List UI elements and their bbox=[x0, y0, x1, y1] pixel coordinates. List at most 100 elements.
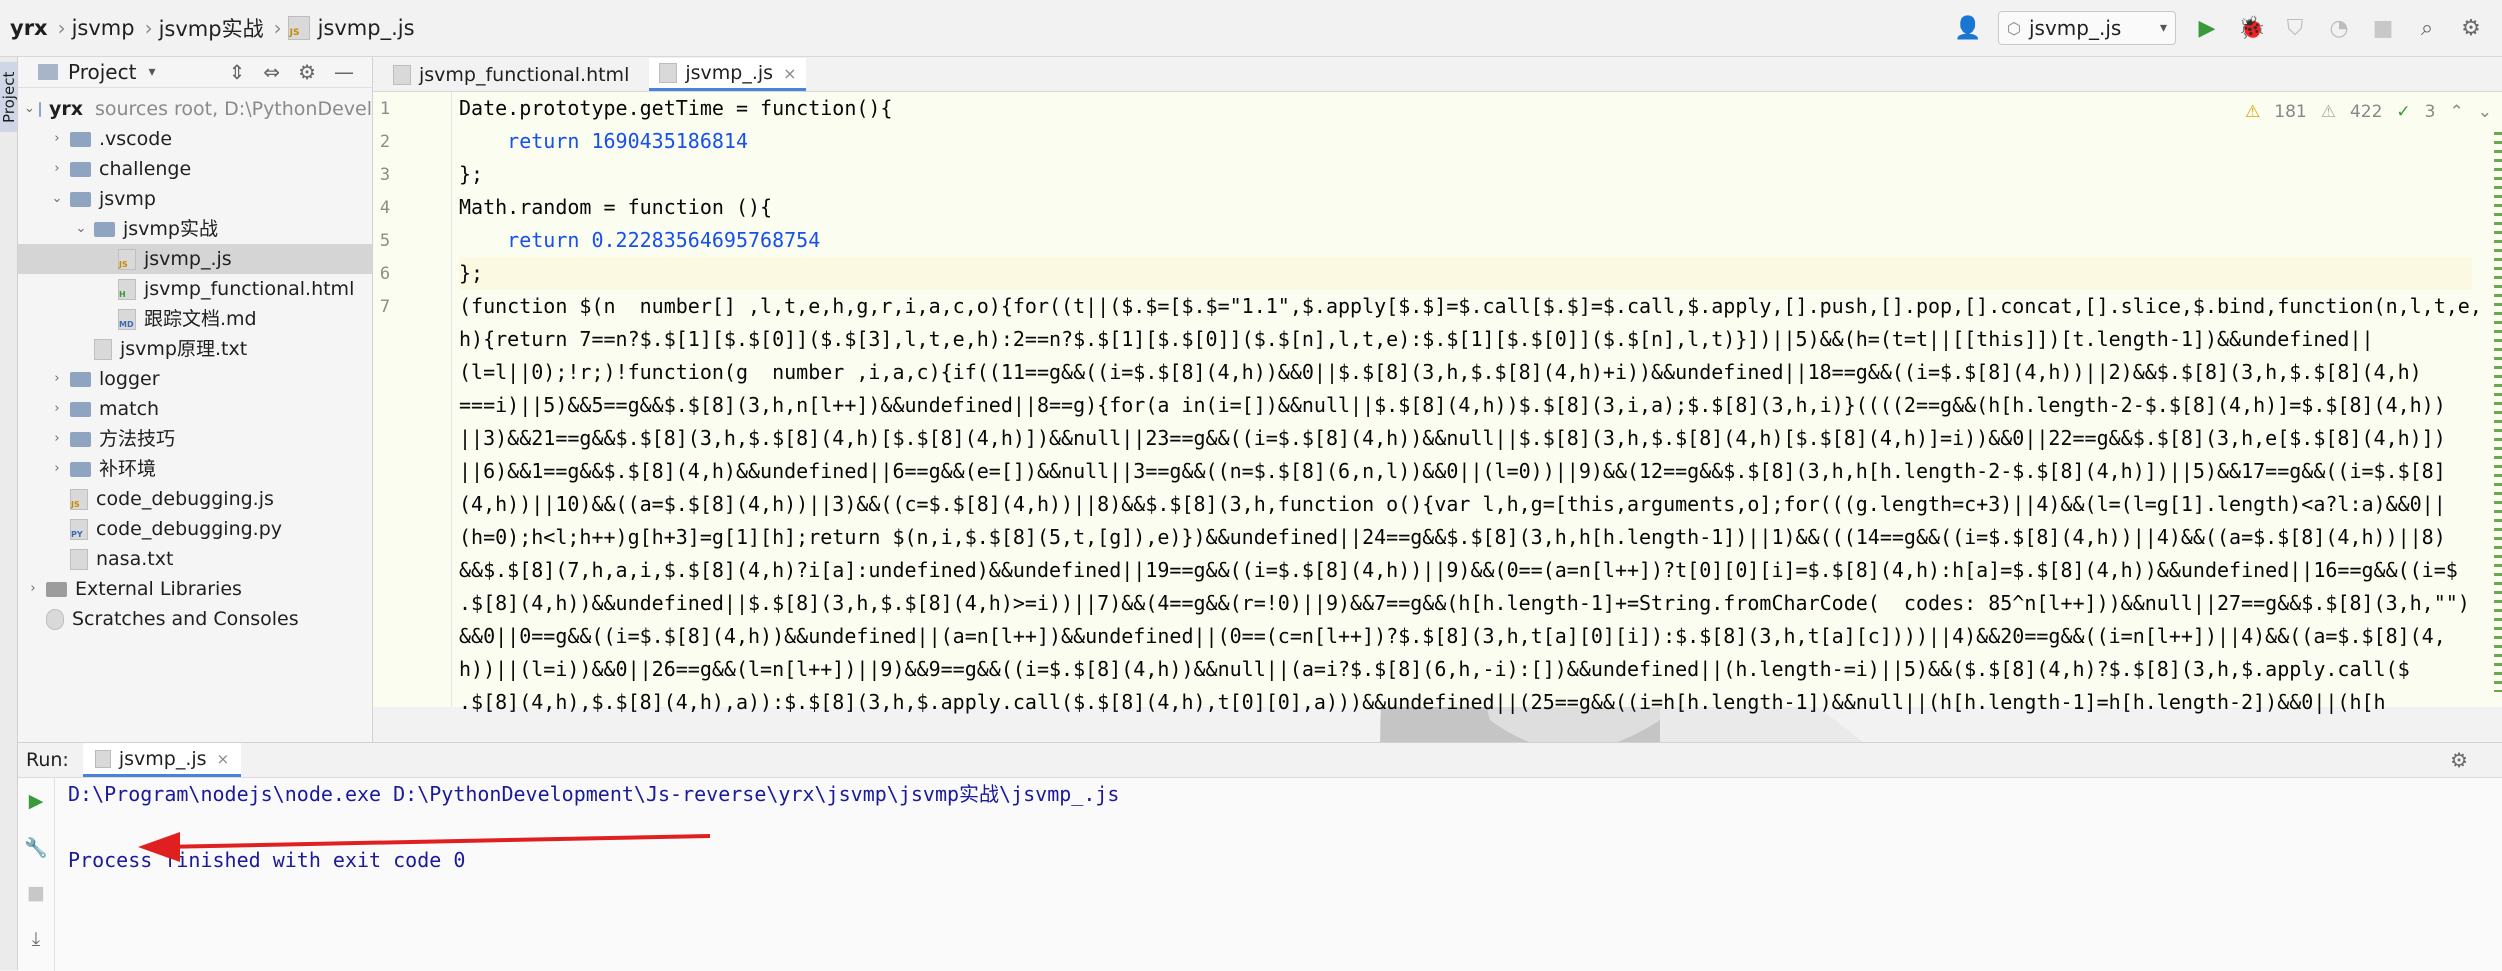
navigation-bar: yrx › jsvmp › jsvmp实战 › JS jsvmp_.js 👤 ⬡… bbox=[0, 0, 2502, 57]
chevron-right-icon[interactable]: › bbox=[48, 424, 66, 454]
html-file-icon bbox=[393, 65, 411, 85]
tree-item[interactable]: › .vscode bbox=[18, 124, 372, 154]
code-line[interactable]: ||3)&&21==g&&$.$[8](3,h,$.$[8](4,h)[$.$[… bbox=[459, 422, 2446, 455]
code-line[interactable]: return 0.22283564695768754 bbox=[459, 224, 820, 257]
close-icon[interactable]: × bbox=[217, 750, 230, 768]
code-line[interactable]: h))||(l=i))&&0||26==g&&(l=n[l++])||9)&&9… bbox=[459, 653, 2410, 686]
js-tag: JS bbox=[71, 499, 80, 509]
tree-item[interactable]: Scratches and Consoles bbox=[18, 604, 372, 634]
stop-icon[interactable]: ■ bbox=[2370, 16, 2396, 41]
chevron-down-icon[interactable]: ⌄ bbox=[24, 94, 35, 124]
html-file-icon: H bbox=[118, 278, 136, 300]
code-line[interactable]: (4,h))||10)&&((a=$.$[8](4,h))||3)&&((c=$… bbox=[459, 488, 2446, 521]
settings-icon[interactable]: ⚙ bbox=[2458, 16, 2484, 41]
tree-item[interactable]: PY code_debugging.py bbox=[18, 514, 372, 544]
chevron-right-icon[interactable]: › bbox=[48, 124, 66, 154]
search-icon[interactable]: ⌕ bbox=[2414, 16, 2440, 41]
code-line[interactable]: (l=l||0);!r;)!function(g number ,i,a,c){… bbox=[459, 356, 2422, 389]
tree-root[interactable]: ⌄ yrx sources root, D:\PythonDevel bbox=[18, 94, 372, 124]
tree-item[interactable]: JS code_debugging.js bbox=[18, 484, 372, 514]
tree-item[interactable]: › logger bbox=[18, 364, 372, 394]
stop-icon[interactable]: ■ bbox=[18, 870, 54, 916]
chevron-right-icon[interactable]: › bbox=[48, 454, 66, 484]
collapse-all-icon[interactable]: ⇔ bbox=[263, 60, 280, 84]
chevron-right-icon[interactable]: › bbox=[48, 154, 66, 184]
code-line[interactable]: (function $(n number[] ,l,t,e,h,g,r,i,a,… bbox=[459, 290, 2482, 323]
chevron-down-icon[interactable]: ⌄ bbox=[48, 184, 66, 214]
chevron-down-icon[interactable]: ▾ bbox=[148, 64, 155, 80]
code-line[interactable]: ||6)&&1==g&&$.$[8](4,h)&&undefined||6==g… bbox=[459, 455, 2446, 488]
code-area[interactable]: 1 2 3 4 5 6 7 Date.prototype.getTime = functio… bbox=[373, 92, 2502, 714]
code-line[interactable]: (h=0);h<l;h++)g[h+3]=g[1][h];return $(n,… bbox=[459, 521, 2446, 554]
breadcrumb-item-file[interactable]: JS jsvmp_.js bbox=[282, 16, 425, 40]
code-line[interactable]: Date.prototype.getTime = function(){ bbox=[459, 92, 892, 125]
chevron-right-icon[interactable]: › bbox=[48, 394, 66, 424]
tree-item-label: .vscode bbox=[99, 128, 173, 150]
project-panel-title[interactable]: Project bbox=[68, 60, 136, 84]
code-line[interactable]: .$[8](4,h),$.$[8](4,h),a)):$.$[8](3,h,$.… bbox=[459, 686, 2386, 719]
code-line[interactable]: h){return 7==n?$.$[1][$.$[0]]($.$[3],l,t… bbox=[459, 323, 2374, 356]
tree-item[interactable]: nasa.txt bbox=[18, 544, 372, 574]
wrench-icon[interactable]: 🔧 bbox=[18, 824, 54, 870]
profile-icon[interactable]: ◔ bbox=[2326, 16, 2352, 41]
expand-all-icon[interactable]: ⇕ bbox=[229, 60, 246, 84]
tree-item[interactable]: ⌄ jsvmp bbox=[18, 184, 372, 214]
scratch-icon bbox=[46, 608, 64, 630]
run-toolbar: ▶ 🔧 ■ ⤓ bbox=[18, 778, 55, 971]
tree-item[interactable]: Hjsvmp_functional.html bbox=[18, 274, 372, 304]
scroll-to-end-icon[interactable]: ⤓ bbox=[18, 916, 54, 962]
run-configuration-select[interactable]: ⬡ jsvmp_.js ▾ bbox=[1998, 11, 2176, 45]
user-icon[interactable]: 👤 bbox=[1954, 16, 1981, 41]
inspection-widget[interactable]: ⚠ 181 ⚠ 422 ✓ 3 ⌃ ⌄ bbox=[2245, 102, 2492, 122]
code-line[interactable]: &&0||0==g&&((i=$.$[8](4,h))&&undefined||… bbox=[459, 620, 2446, 653]
chevron-right-icon[interactable]: › bbox=[48, 364, 66, 394]
code-line[interactable]: Math.random = function (){ bbox=[459, 191, 772, 224]
code-line[interactable]: }; bbox=[459, 158, 483, 191]
tree-item[interactable]: › 方法技巧 bbox=[18, 424, 372, 454]
editor-tabs: jsvmp_functional.html jsvmp_.js × bbox=[373, 57, 2502, 92]
gear-icon[interactable]: ⚙ bbox=[2450, 748, 2468, 772]
tree-item-label: 方法技巧 bbox=[99, 428, 176, 450]
error-stripe[interactable] bbox=[2494, 132, 2502, 692]
tree-item[interactable]: jsvmp原理.txt bbox=[18, 334, 372, 364]
run-icon[interactable]: ▶ bbox=[2194, 16, 2220, 41]
tree-item[interactable]: › External Libraries bbox=[18, 574, 372, 604]
project-tool-tab[interactable]: Project bbox=[0, 62, 18, 132]
chevron-up-icon[interactable]: ⌃ bbox=[2450, 102, 2464, 122]
breadcrumb-item-jsvmp-shizhan[interactable]: jsvmp实战 bbox=[153, 13, 274, 43]
gear-icon[interactable]: ⚙ bbox=[298, 60, 316, 84]
tree-item[interactable]: JS jsvmp_.js bbox=[18, 244, 372, 274]
editor-tab[interactable]: jsvmp_.js × bbox=[649, 58, 807, 91]
code-line[interactable]: &&$.$[8](7,h,a,i,$.$[8](4,h)?i[a]:undefi… bbox=[459, 554, 2458, 587]
folder-icon bbox=[70, 191, 91, 207]
annotation-arrow bbox=[138, 832, 711, 862]
code-line[interactable]: return 1690435186814 bbox=[459, 125, 748, 158]
tree-item-label: 补环境 bbox=[99, 458, 157, 480]
run-tab[interactable]: jsvmp_.js × bbox=[82, 743, 242, 777]
tree-item[interactable]: › 补环境 bbox=[18, 454, 372, 484]
chevron-right-icon[interactable]: › bbox=[24, 574, 42, 604]
tree-item[interactable]: › match bbox=[18, 394, 372, 424]
code-line[interactable]: }; bbox=[459, 257, 483, 290]
tree-item[interactable]: MD 跟踪文档.md bbox=[18, 304, 372, 334]
tree-item[interactable]: ⌄ jsvmp实战 bbox=[18, 214, 372, 244]
breadcrumb-item-jsvmp[interactable]: jsvmp bbox=[66, 16, 145, 40]
minimize-icon[interactable]: — bbox=[334, 60, 354, 84]
weak-warning-icon: ⚠ bbox=[2320, 102, 2336, 122]
coverage-icon[interactable]: ⛉ bbox=[2282, 16, 2308, 41]
txt-file-icon bbox=[70, 548, 88, 570]
rerun-icon[interactable]: ▶ bbox=[18, 778, 54, 824]
chevron-down-icon[interactable]: ⌄ bbox=[2478, 102, 2492, 122]
code-line[interactable]: .$[8](4,h))&&undefined||$.$[8](3,h,$.$[8… bbox=[459, 587, 2470, 620]
code-line[interactable]: ===i)||5)&&5==g&&$.$[8](3,h,n[l++])&&und… bbox=[459, 389, 2446, 422]
editor: jsvmp_functional.html jsvmp_.js × 1 2 3 4 5 6 7 … bbox=[373, 57, 2502, 714]
editor-tab[interactable]: jsvmp_functional.html bbox=[383, 59, 639, 91]
tree-item-label: jsvmp_functional.html bbox=[144, 278, 355, 300]
chevron-down-icon[interactable]: ⌄ bbox=[72, 214, 90, 244]
folder-icon bbox=[70, 131, 91, 147]
breadcrumb-item-root[interactable]: yrx bbox=[4, 16, 58, 40]
debug-icon[interactable]: 🐞 bbox=[2238, 16, 2265, 41]
close-icon[interactable]: × bbox=[783, 64, 796, 83]
folder-icon bbox=[94, 221, 115, 237]
tree-item[interactable]: › challenge bbox=[18, 154, 372, 184]
